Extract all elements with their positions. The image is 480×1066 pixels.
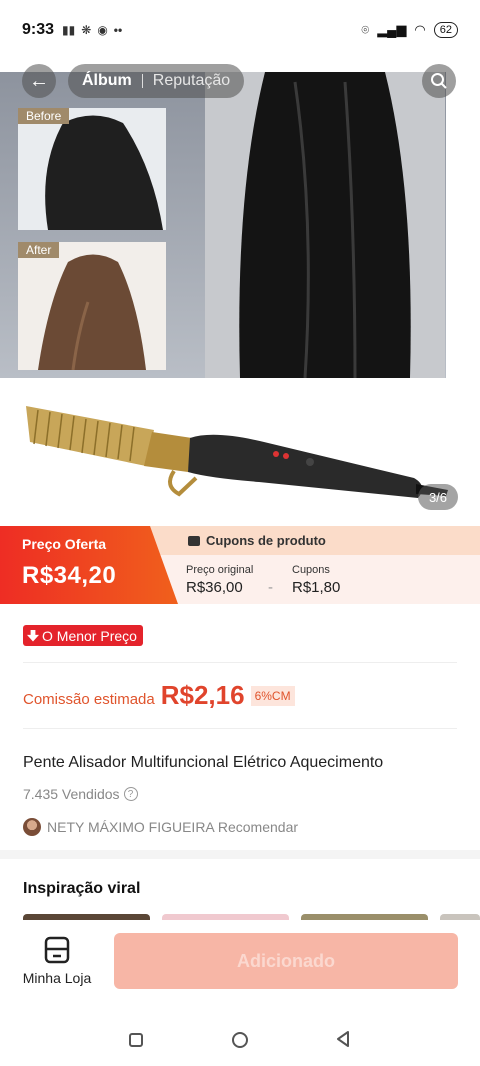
- image-counter: 3/6: [418, 484, 458, 510]
- help-icon[interactable]: ?: [123, 787, 138, 801]
- status-time: 9:33: [22, 21, 55, 38]
- wifi-icon: ◠: [414, 22, 426, 37]
- status-bar: 9:33 ▮▮ ❋ ◉ •• ⌾ ▂▄▆ ◠ 62: [0, 0, 480, 60]
- tab-reputation[interactable]: Reputação: [153, 72, 230, 90]
- gallery-tabs: Álbum Reputação: [68, 64, 245, 98]
- back-arrow-icon: ←: [29, 69, 49, 92]
- viral-inspiration-title: Inspiração viral: [23, 880, 141, 897]
- tab-separator: [141, 74, 143, 88]
- app-icon: ◉: [97, 23, 108, 37]
- app-icon: ❋: [81, 23, 92, 37]
- sold-count: 7.435 Vendidos ?: [23, 786, 138, 802]
- minus-sign: -: [268, 579, 273, 596]
- product-title: Pente Alisador Multifuncional Elétrico A…: [23, 754, 384, 771]
- my-store-label: Minha Loja: [22, 970, 92, 986]
- store-icon: [44, 936, 70, 964]
- hair-model-image: [205, 72, 445, 378]
- recommender-row[interactable]: NETY MÁXIMO FIGUEIRA Recomendar: [23, 818, 298, 836]
- after-tag: After: [18, 242, 60, 258]
- original-price-value: R$36,00: [186, 579, 243, 596]
- product-image-gallery[interactable]: Before After ← Álbum Reputação 3/6: [0, 60, 480, 526]
- search-icon: [431, 73, 447, 89]
- original-price-label: Preço original: [186, 564, 254, 576]
- commission-percent: 6%CM: [250, 685, 295, 706]
- cell-signal-icon: ▂▄▆: [377, 22, 407, 37]
- added-button[interactable]: Adicionado: [114, 933, 458, 989]
- sold-count-label: 7.435 Vendidos: [23, 786, 120, 802]
- after-image: After: [18, 242, 166, 370]
- home-button[interactable]: [232, 1032, 248, 1048]
- status-left: 9:33 ▮▮ ❋ ◉ ••: [22, 21, 122, 39]
- product-hero-photo: Before After: [0, 72, 446, 378]
- divider: [23, 662, 457, 663]
- location-icon: ⌾: [361, 22, 370, 37]
- before-image: Before: [18, 108, 166, 230]
- coupons-label: Cupons: [292, 564, 330, 576]
- back-button[interactable]: ←: [22, 64, 56, 98]
- coupons-header-label: Cupons de produto: [206, 533, 326, 548]
- avatar: [23, 818, 41, 836]
- coupon-icon: [188, 535, 200, 546]
- coupons-header[interactable]: Cupons de produto: [150, 526, 480, 555]
- status-right: ⌾ ▂▄▆ ◠ 62: [361, 22, 458, 38]
- offer-price-box: Preço Oferta R$34,20: [0, 526, 178, 604]
- arrow-down-icon: [27, 629, 39, 642]
- section-separator: [0, 850, 480, 859]
- notification-icons: ▮▮ ❋ ◉ ••: [62, 23, 122, 37]
- signal-bars-icon: ▮▮: [62, 23, 76, 37]
- hot-comb-image: [26, 406, 448, 498]
- lowest-price-badge: O Menor Preço: [23, 625, 143, 646]
- commission-row: Comissão estimada R$2,16 6%CM: [23, 680, 295, 711]
- tab-album[interactable]: Álbum: [82, 72, 132, 90]
- recents-button[interactable]: [129, 1033, 143, 1047]
- back-triangle-button[interactable]: [335, 1030, 351, 1048]
- commission-label: Comissão estimada: [23, 691, 155, 708]
- more-dots-icon: ••: [113, 23, 123, 37]
- before-tag: Before: [18, 108, 70, 124]
- commission-value: R$2,16: [160, 680, 245, 710]
- coupons-value: R$1,80: [292, 579, 341, 596]
- recommender-label: NETY MÁXIMO FIGUEIRA Recomendar: [47, 819, 299, 835]
- bottom-action-bar: Minha Loja Adicionado: [0, 920, 480, 1008]
- search-button[interactable]: [422, 64, 456, 98]
- my-store-button[interactable]: Minha Loja: [20, 936, 94, 986]
- divider: [23, 728, 457, 729]
- system-navigation-bar: [0, 1008, 480, 1066]
- battery-icon: 62: [433, 22, 458, 38]
- offer-price: R$34,20: [22, 562, 117, 589]
- lowest-price-label: O Menor Preço: [42, 627, 137, 644]
- price-band: Cupons de produto Preço Oferta R$34,20 P…: [0, 526, 480, 604]
